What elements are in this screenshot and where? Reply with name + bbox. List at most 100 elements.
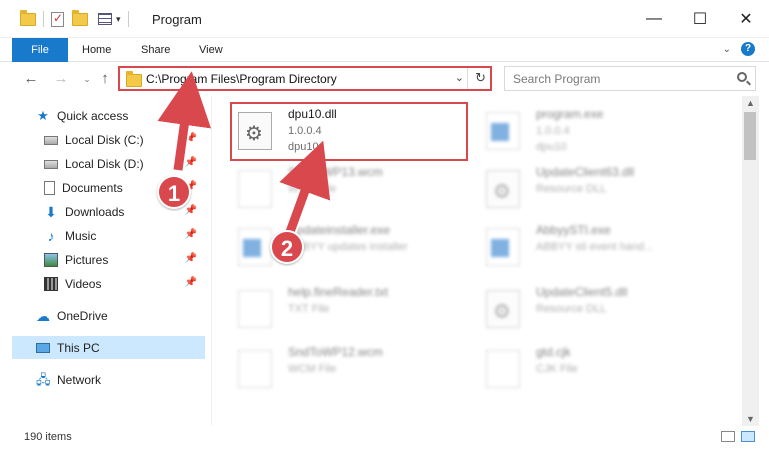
computer-icon (36, 342, 50, 353)
file-type: Resource DLL (536, 183, 607, 195)
file-item[interactable]: AbbyySTI.exe ABBYY sti event hand... (480, 220, 720, 274)
tab-home[interactable]: Home (82, 38, 111, 62)
view-toggles (721, 431, 755, 442)
sidebar-item-network[interactable]: 🖧 Network (0, 368, 205, 391)
file-name: SndToWP12.wcm (288, 345, 383, 359)
file-item[interactable]: program.exe 1.0.0.4 dpu10 (480, 104, 720, 158)
help-icon[interactable]: ? (741, 42, 755, 56)
music-note-icon: ♪ (47, 227, 55, 244)
film-icon (44, 276, 58, 291)
file-type: TXT File (288, 303, 330, 315)
file-name: SndToWP13.wcm (288, 165, 383, 179)
dll-icon (486, 290, 520, 328)
sidebar-item-local-disk-d[interactable]: Local Disk (D:) 📌 (0, 152, 205, 175)
close-button[interactable]: ✕ (723, 0, 769, 38)
ribbon-tabs: File Home Share View ⌄ ? (0, 38, 769, 62)
file-name: AbbyySTI.exe (536, 223, 611, 237)
tab-share[interactable]: Share (141, 38, 170, 62)
exe-icon (486, 228, 520, 266)
file-name: UpdateClient5.dll (536, 285, 628, 299)
sidebar-item-this-pc[interactable]: This PC (12, 336, 205, 359)
sidebar-item-videos[interactable]: Videos 📌 (0, 272, 205, 295)
sidebar-item-label: Local Disk (C:) (65, 132, 144, 147)
sidebar-item-label: Videos (65, 276, 102, 291)
back-arrow-icon[interactable]: ← (22, 70, 40, 88)
minimize-button[interactable]: — (631, 0, 677, 38)
file-type: ABBYY updates installer (288, 241, 408, 253)
search-placeholder: Search Program (513, 72, 601, 86)
exe-icon (486, 112, 520, 150)
address-path: C:\Program Files\Program Directory (146, 72, 337, 86)
pin-icon[interactable]: 📌 (185, 205, 197, 216)
up-arrow-icon[interactable]: ↑ (96, 70, 114, 88)
address-row: ← → ⌄ ↑ C:\Program Files\Program Directo… (0, 62, 769, 96)
large-icons-view-icon[interactable] (741, 431, 755, 442)
sidebar-item-music[interactable]: ♪ Music 📌 (0, 224, 205, 247)
chevron-down-icon[interactable]: ⌄ (455, 71, 464, 84)
maximize-button[interactable]: ☐ (677, 0, 723, 38)
sidebar-item-label: Documents (62, 180, 123, 195)
vertical-scrollbar[interactable]: ▲ ▼ (742, 96, 759, 426)
properties-icon[interactable] (51, 11, 64, 27)
quick-access-toolbar: ▾ (20, 9, 132, 28)
pin-icon[interactable]: 📌 (185, 157, 197, 168)
file-icon (238, 170, 272, 208)
tab-file[interactable]: File (12, 38, 68, 62)
expand-ribbon-icon[interactable]: ⌄ (723, 44, 731, 55)
file-name: UpdateClient63.dll (536, 165, 635, 179)
divider (467, 68, 468, 89)
ribbon-right: ⌄ ? (723, 42, 755, 56)
tab-view[interactable]: View (199, 38, 223, 62)
recent-locations-icon[interactable]: ⌄ (78, 70, 96, 88)
window-title: Program (152, 12, 202, 27)
new-folder-icon[interactable] (72, 9, 88, 26)
pin-icon[interactable]: 📌 (185, 253, 197, 264)
scroll-down-icon[interactable]: ▼ (746, 414, 755, 424)
search-input[interactable]: Search Program (504, 66, 756, 91)
step-2-badge: 2 (270, 230, 304, 264)
sidebar-item-label: OneDrive (57, 308, 108, 323)
refresh-icon[interactable]: ↻ (475, 70, 486, 86)
file-item[interactable]: UpdateClient5.dll Resource DLL (480, 282, 720, 336)
file-name: gtd.cjk (536, 345, 571, 359)
disk-icon (44, 160, 58, 169)
file-type: WCM File (288, 363, 337, 375)
file-item[interactable]: SndToWP12.wcm WCM File (232, 342, 472, 396)
exe-icon (238, 228, 272, 266)
sidebar-item-local-disk-c[interactable]: Local Disk (C:) 📌 (0, 128, 205, 151)
chevron-down-icon[interactable]: ▾ (116, 14, 121, 25)
scrollbar-thumb[interactable] (744, 112, 756, 160)
scroll-up-icon[interactable]: ▲ (746, 98, 755, 108)
pictures-icon (44, 252, 58, 267)
details-view-icon[interactable] (721, 431, 735, 442)
file-item[interactable]: SndToWP13.wcm WCM File (232, 162, 472, 216)
pin-icon[interactable]: 📌 (185, 133, 197, 144)
download-icon: ⬇ (45, 203, 57, 220)
sidebar-item-label: Network (57, 372, 102, 387)
file-item[interactable]: gtd.cjk CJK File (480, 342, 720, 396)
file-version: 1.0.0.4 (536, 125, 570, 137)
forward-arrow-icon[interactable]: → (52, 70, 70, 88)
network-icon: 🖧 (36, 371, 51, 387)
file-description: dpu10 (536, 141, 567, 153)
sidebar-item-label: Downloads (65, 204, 125, 219)
file-item[interactable]: Updateinstaller.exe ABBYY updates instal… (232, 220, 472, 274)
sidebar-item-label: Local Disk (D:) (65, 156, 144, 171)
dll-icon (486, 170, 520, 208)
file-item[interactable]: UpdateClient63.dll Resource DLL (480, 162, 720, 216)
sidebar-item-pictures[interactable]: Pictures 📌 (0, 248, 205, 271)
title-bar: ▾ Program — ☐ ✕ (0, 0, 769, 38)
item-count: 190 items (24, 431, 72, 443)
file-name: Updateinstaller.exe (288, 223, 391, 237)
file-type: Resource DLL (536, 303, 607, 315)
file-item[interactable]: help.fineReader.txt TXT File (232, 282, 472, 336)
pin-icon[interactable]: 📌 (185, 229, 197, 240)
pin-icon[interactable]: 📌 (185, 277, 197, 288)
file-name: program.exe (536, 107, 604, 121)
sidebar-item-label: Music (65, 228, 97, 243)
sidebar-item-quick-access[interactable]: ★ Quick access (0, 104, 205, 127)
sidebar-item-onedrive[interactable]: ☁ OneDrive (0, 304, 205, 327)
sidebar-item-label: This PC (57, 340, 100, 355)
views-icon[interactable] (98, 13, 112, 25)
address-bar[interactable]: C:\Program Files\Program Directory ⌄ ↻ (118, 66, 492, 91)
